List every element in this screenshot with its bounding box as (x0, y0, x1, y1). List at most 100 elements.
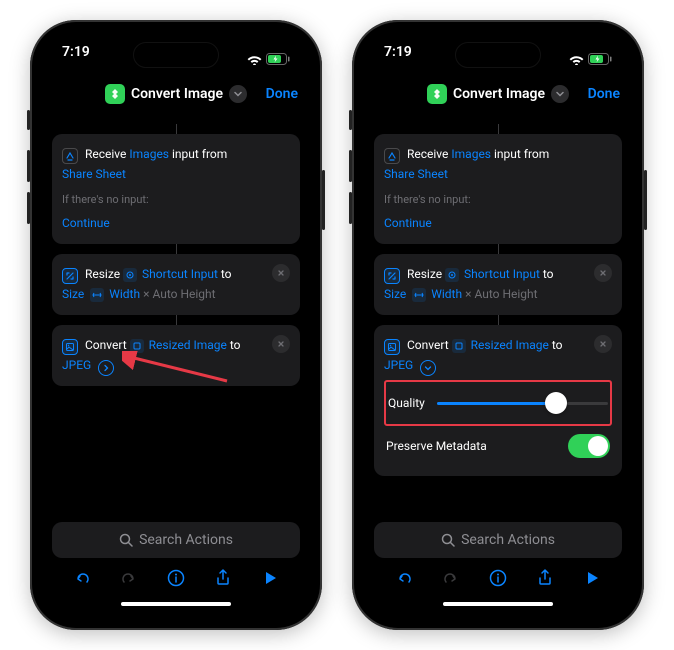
home-indicator[interactable] (443, 602, 553, 606)
side-button (322, 170, 325, 230)
search-placeholder: Search Actions (139, 532, 233, 548)
connector (176, 124, 177, 134)
receive-card: Receive Images input from Share Sheet If… (52, 134, 300, 244)
quality-label: Quality (388, 393, 425, 413)
no-input-hint: If there's no input: (62, 191, 290, 210)
resize-card: Resize Shortcut Input to Size Width × Au… (52, 254, 300, 315)
resized-image-param[interactable]: Resized Image (149, 338, 227, 352)
preserve-metadata-row: Preserve Metadata (384, 426, 612, 466)
jpeg-param[interactable]: JPEG (62, 358, 91, 372)
connector (176, 244, 177, 254)
variable-icon (445, 268, 459, 282)
search-icon (119, 533, 133, 547)
home-indicator[interactable] (121, 602, 231, 606)
chevron-down-icon[interactable] (229, 85, 247, 103)
resize-to: to (543, 267, 554, 281)
width-param[interactable]: Width (109, 287, 140, 301)
convert-to: to (552, 338, 563, 352)
play-button[interactable] (582, 568, 602, 592)
slider-knob[interactable] (545, 392, 567, 414)
convert-card: Convert Resized Image to JPEG (52, 325, 300, 386)
redo-button (119, 568, 139, 592)
continue-param[interactable]: Continue (62, 213, 290, 233)
width-param[interactable]: Width (431, 287, 462, 301)
auto-height-param[interactable]: Auto Height (152, 287, 215, 301)
wifi-icon (569, 54, 584, 65)
info-button[interactable] (166, 568, 186, 592)
nav-title[interactable]: Convert Image (105, 84, 247, 104)
receive-text: Receive (407, 147, 448, 161)
disclosure-down-icon[interactable] (420, 360, 436, 376)
shortcut-input-param[interactable]: Shortcut Input (142, 267, 218, 281)
auto-height-param[interactable]: Auto Height (474, 287, 537, 301)
phone-right: 7:19 Convert Image Done (352, 20, 644, 630)
receive-suffix: input from (494, 147, 549, 161)
continue-param[interactable]: Continue (384, 213, 612, 233)
close-icon[interactable] (594, 335, 612, 353)
wifi-icon (247, 54, 262, 65)
resize-to: to (221, 267, 232, 281)
jpeg-param[interactable]: JPEG (384, 358, 413, 372)
share-button[interactable] (213, 568, 233, 592)
resize-card: Resize Shortcut Input to Size Width × Au… (374, 254, 622, 315)
variable-icon (452, 339, 466, 353)
times-sep: × (465, 287, 471, 301)
nav-bar: Convert Image Done (362, 74, 634, 114)
volume-down-button (27, 192, 30, 224)
share-sheet-param[interactable]: Share Sheet (62, 164, 290, 184)
disclosure-right-icon[interactable] (98, 360, 114, 376)
undo-button[interactable] (394, 568, 414, 592)
status-time: 7:19 (384, 44, 412, 74)
connector (176, 315, 177, 325)
chevron-down-icon[interactable] (551, 85, 569, 103)
convert-text: Convert (407, 338, 449, 352)
share-button[interactable] (535, 568, 555, 592)
resize-text: Resize (407, 267, 442, 281)
done-button[interactable]: Done (588, 86, 620, 102)
shortcut-input-param[interactable]: Shortcut Input (464, 267, 540, 281)
resize-text: Resize (85, 267, 120, 281)
preserve-meta-toggle[interactable] (568, 434, 610, 458)
dynamic-island (133, 42, 219, 68)
quality-annotation-box: Quality (384, 380, 612, 426)
done-button[interactable]: Done (266, 86, 298, 102)
play-button[interactable] (260, 568, 280, 592)
search-actions-bar[interactable]: Search Actions (374, 522, 622, 558)
silent-switch (27, 110, 30, 130)
connector (498, 315, 499, 325)
search-icon (441, 533, 455, 547)
close-icon[interactable] (594, 264, 612, 282)
size-param[interactable]: Size (384, 287, 406, 301)
quality-slider[interactable] (437, 392, 608, 414)
screen-right: 7:19 Convert Image Done (362, 30, 634, 620)
resize-icon (384, 268, 400, 284)
side-button (644, 170, 647, 230)
width-icon (90, 288, 104, 302)
status-right (569, 44, 612, 74)
content-left: Receive Images input from Share Sheet If… (40, 114, 312, 522)
nav-bar: Convert Image Done (40, 74, 312, 114)
close-icon[interactable] (272, 335, 290, 353)
undo-button[interactable] (72, 568, 92, 592)
resize-icon (62, 268, 78, 284)
info-button[interactable] (488, 568, 508, 592)
convert-text: Convert (85, 338, 127, 352)
receive-images-param[interactable]: Images (129, 147, 169, 161)
search-actions-bar[interactable]: Search Actions (52, 522, 300, 558)
width-icon (412, 288, 426, 302)
redo-button (441, 568, 461, 592)
screen-left: 7:19 Convert Image Done (40, 30, 312, 620)
input-icon (62, 148, 78, 164)
resized-image-param[interactable]: Resized Image (471, 338, 549, 352)
size-param[interactable]: Size (62, 287, 84, 301)
phone-left: 7:19 Convert Image Done (30, 20, 322, 630)
share-sheet-param[interactable]: Share Sheet (384, 164, 612, 184)
bottom-area: Search Actions (40, 522, 312, 620)
close-icon[interactable] (272, 264, 290, 282)
input-icon (384, 148, 400, 164)
no-input-hint: If there's no input: (384, 191, 612, 210)
nav-title[interactable]: Convert Image (427, 84, 569, 104)
receive-images-param[interactable]: Images (451, 147, 491, 161)
bottom-area: Search Actions (362, 522, 634, 620)
convert-card-expanded: Convert Resized Image to JPEG Quality (374, 325, 622, 476)
